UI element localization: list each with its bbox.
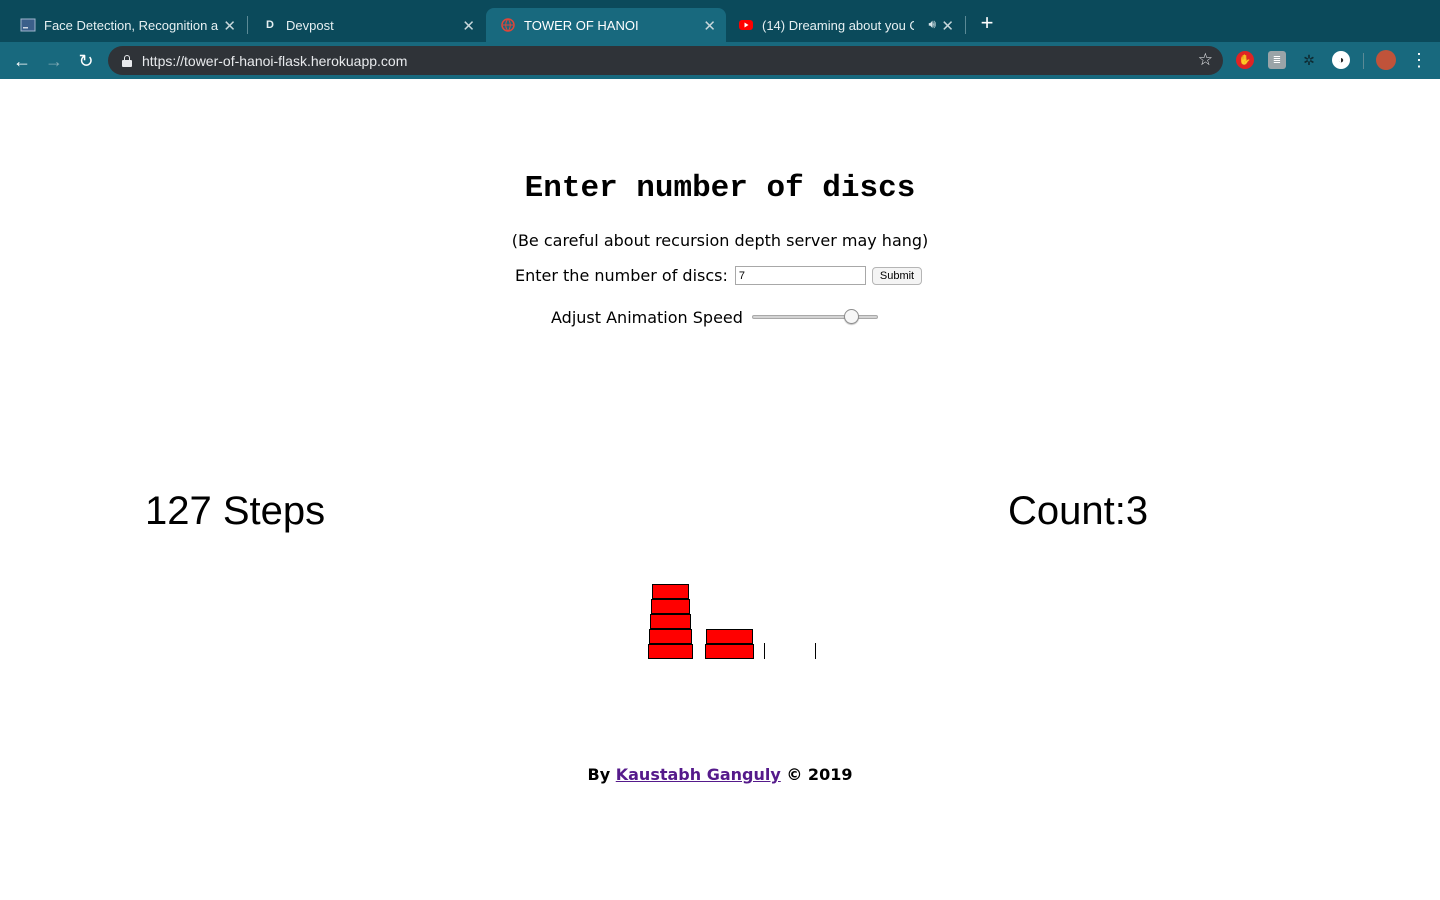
author-link[interactable]: Kaustabh Ganguly	[616, 765, 781, 784]
back-arrow-icon[interactable]: ←	[10, 49, 34, 73]
move-counter: Count:3	[1008, 489, 1149, 533]
browser-tab-bar: Face Detection, Recognition an ✕ D Devpo…	[0, 0, 1440, 42]
page-title: Enter number of discs	[524, 171, 916, 206]
reload-icon[interactable]: ↻	[74, 49, 98, 73]
devpost-favicon-icon: D	[266, 19, 274, 31]
close-icon[interactable]: ✕	[223, 17, 236, 35]
disc	[648, 629, 692, 644]
disc-count-label: Enter the number of discs:	[515, 266, 728, 285]
footer: By Kaustabh Ganguly © 2019	[0, 765, 1440, 784]
kebab-menu-icon[interactable]: ⋮	[1410, 50, 1428, 71]
slider-thumb[interactable]	[843, 309, 859, 324]
forward-arrow-icon[interactable]: →	[42, 49, 66, 73]
adblock-extension-icon[interactable]: ✋	[1236, 51, 1254, 69]
disc	[650, 599, 690, 614]
youtube-favicon-icon	[738, 17, 754, 33]
disc	[647, 644, 693, 659]
extension-icon[interactable]: ✲	[1300, 51, 1318, 69]
extension-icon[interactable]: ≣	[1268, 51, 1286, 69]
lock-icon	[122, 54, 132, 67]
tab-title: (14) Dreaming about you C	[762, 17, 914, 33]
close-icon[interactable]: ✕	[462, 17, 475, 35]
tab-devpost[interactable]: D Devpost ✕	[248, 8, 485, 42]
total-steps: 127 Steps	[145, 489, 326, 533]
tab-title: Face Detection, Recognition an	[44, 17, 219, 33]
tab-title: TOWER OF HANOI	[524, 17, 639, 33]
close-icon[interactable]: ✕	[703, 17, 716, 35]
tab-separator	[965, 16, 966, 34]
address-bar[interactable]: https://tower-of-hanoi-flask.herokuapp.c…	[108, 46, 1223, 75]
speaker-icon[interactable]: 🔊︎	[928, 17, 936, 32]
slider-track	[751, 315, 878, 319]
tab-youtube[interactable]: (14) Dreaming about you C 🔊︎ ✕	[724, 8, 964, 42]
disc	[705, 629, 753, 644]
empty-peg-marker	[764, 643, 765, 659]
speed-control: Adjust Animation Speed	[551, 307, 880, 327]
extension-icon[interactable]: ◑	[1332, 51, 1350, 69]
disc	[649, 614, 691, 629]
new-tab-plus-icon[interactable]: +	[976, 12, 998, 34]
footer-prefix: By	[587, 765, 611, 784]
toolbar-separator	[1363, 53, 1364, 69]
recursion-warning: (Be careful about recursion depth server…	[511, 231, 929, 250]
disc-form: Enter the number of discs: Submit	[515, 266, 923, 285]
close-icon[interactable]: ✕	[941, 17, 954, 35]
tab-title: Devpost	[286, 17, 334, 33]
globe-favicon-icon	[500, 17, 516, 33]
bookmark-star-icon[interactable]: ☆	[1198, 50, 1213, 70]
browser-toolbar: ← → ↻ https://tower-of-hanoi-flask.herok…	[0, 42, 1440, 79]
tab-tower-of-hanoi[interactable]: TOWER OF HANOI ✕	[486, 8, 726, 42]
empty-peg-marker	[815, 643, 816, 659]
disc	[704, 644, 754, 659]
footer-copyright: © 2019	[786, 765, 853, 784]
disc	[651, 584, 689, 599]
page-content: Enter number of discs (Be careful about …	[0, 79, 1440, 900]
disc-count-input[interactable]	[734, 266, 866, 285]
speed-label: Adjust Animation Speed	[551, 307, 743, 327]
tab-face-detection[interactable]: Face Detection, Recognition an ✕	[6, 8, 246, 42]
profile-avatar[interactable]	[1376, 50, 1396, 70]
tower-of-hanoi-board	[600, 579, 860, 669]
notebook-favicon-icon	[20, 17, 36, 33]
url-text[interactable]: https://tower-of-hanoi-flask.herokuapp.c…	[142, 53, 407, 69]
submit-button[interactable]: Submit	[871, 266, 923, 285]
animation-speed-slider[interactable]	[750, 307, 880, 327]
